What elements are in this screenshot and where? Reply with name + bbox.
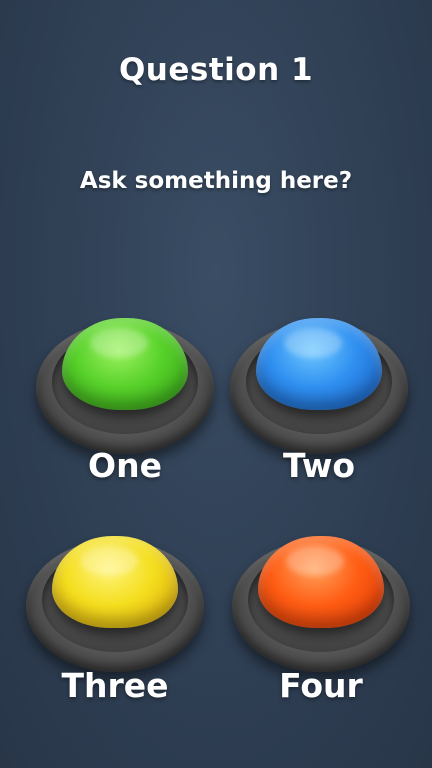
button-cap-yellow[interactable]	[52, 536, 178, 628]
answer-label-one: One	[88, 446, 162, 485]
answer-label-two: Two	[282, 446, 356, 485]
answer-button-two[interactable]: Two	[222, 310, 422, 510]
answer-button-one[interactable]: One	[28, 310, 228, 510]
answer-button-four[interactable]: Four	[224, 528, 424, 728]
answer-label-three: Three	[61, 666, 169, 705]
answer-button-three[interactable]: Three	[18, 528, 218, 728]
question-text: Ask something here?	[79, 168, 353, 194]
button-cap-blue[interactable]	[256, 318, 382, 410]
button-cap-green[interactable]	[62, 318, 188, 410]
button-cap-orange[interactable]	[258, 536, 384, 628]
answer-label-four: Four	[279, 666, 363, 705]
question-title: Question 1	[118, 52, 314, 88]
